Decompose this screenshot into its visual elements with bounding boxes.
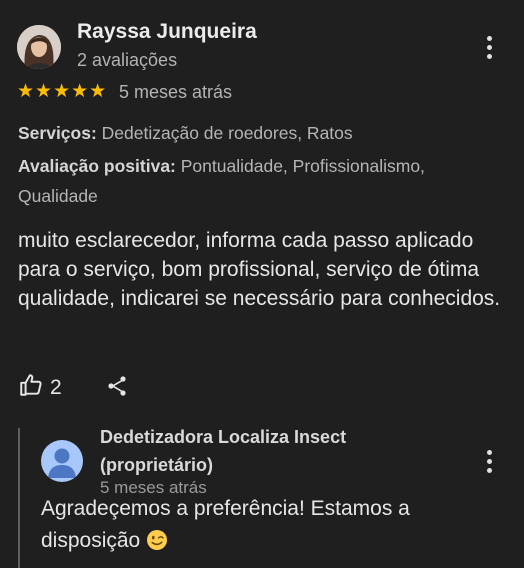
owner-reply-text: Agradeçemos a preferência! Estamos a dis…	[41, 493, 501, 561]
owner-avatar[interactable]	[41, 440, 83, 482]
services-attribute: Serviços: Dedetização de roedores, Ratos	[18, 118, 508, 148]
reply-divider	[18, 428, 20, 568]
services-label: Serviços:	[18, 123, 97, 143]
rating-stars: ★★★★★	[17, 81, 108, 102]
owner-name[interactable]: Dedetizadora Localiza Insect (proprietár…	[100, 423, 400, 479]
like-count: 2	[50, 375, 62, 399]
reviewer-avatar[interactable]	[17, 25, 61, 69]
review-time: 5 meses atrás	[119, 82, 233, 102]
like-button[interactable]: 2	[18, 372, 62, 403]
positive-attribute: Avaliação positiva: Pontualidade, Profis…	[18, 151, 508, 211]
winking-face-emoji	[146, 529, 168, 561]
review-more-options-icon[interactable]	[479, 32, 499, 62]
review-text: muito esclarecedor, informa cada passo a…	[18, 229, 501, 310]
thumbs-up-icon	[18, 372, 44, 403]
default-person-icon	[48, 448, 76, 478]
reviewer-review-count: 2 avaliações	[77, 50, 178, 70]
reviewer-name[interactable]: Rayssa Junqueira	[77, 20, 257, 44]
services-value: Dedetização de roedores, Ratos	[96, 123, 353, 143]
positive-label: Avaliação positiva:	[18, 156, 176, 176]
reply-more-options-icon[interactable]	[479, 446, 499, 476]
owner-reply-body: Agradeçemos a preferência! Estamos a dis…	[41, 497, 410, 552]
share-icon[interactable]	[105, 374, 129, 403]
